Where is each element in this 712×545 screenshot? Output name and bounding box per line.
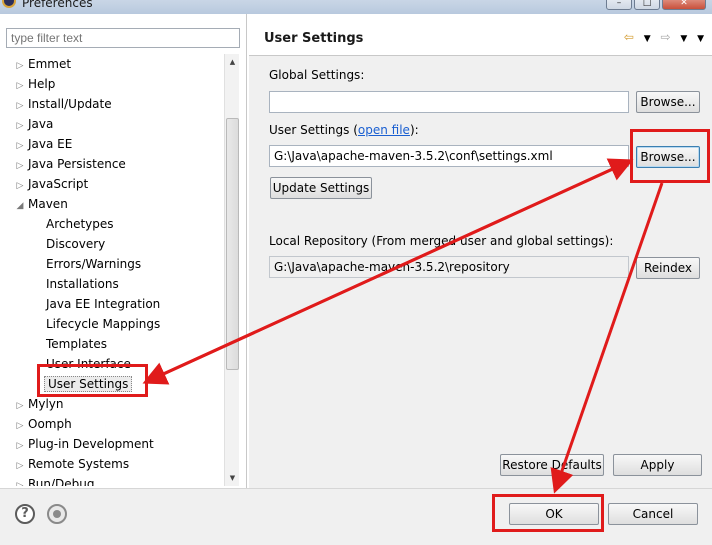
- tree-item[interactable]: ▷ Plug-in Development: [14, 435, 156, 453]
- tree-item-label: Discovery: [46, 237, 106, 251]
- page-header: User Settings ⇦ ▼ ⇨ ▼ ▼: [249, 14, 712, 56]
- help-icon[interactable]: ?: [15, 504, 35, 524]
- tree-item-label: Java EE Integration: [46, 297, 161, 311]
- tree-item[interactable]: Lifecycle Mappings: [44, 315, 162, 333]
- tree-item[interactable]: ◢ Maven: [14, 195, 70, 213]
- expand-arrow-icon[interactable]: ▷: [14, 417, 26, 435]
- user-settings-label: User Settings (open file):: [269, 123, 419, 137]
- back-dropdown-icon[interactable]: ▼: [644, 34, 651, 44]
- view-menu-icon[interactable]: ▼: [697, 34, 704, 44]
- expand-arrow-icon[interactable]: ▷: [14, 477, 26, 486]
- user-settings-field[interactable]: G:\Java\apache-maven-3.5.2\conf\settings…: [269, 145, 629, 167]
- expand-arrow-icon[interactable]: ▷: [14, 57, 26, 75]
- expand-arrow-icon[interactable]: ▷: [14, 457, 26, 475]
- scroll-down-icon[interactable]: ▼: [225, 474, 240, 482]
- tree-item[interactable]: ▷ Java: [14, 115, 55, 133]
- tree-scrollbar[interactable]: ▲ ▼: [224, 54, 239, 486]
- tree-item[interactable]: Templates: [44, 335, 109, 353]
- tree-item-label: Errors/Warnings: [46, 257, 142, 271]
- restore-defaults-button[interactable]: Restore Defaults: [500, 454, 604, 476]
- tree-item-label: Help: [28, 77, 56, 91]
- tree-item[interactable]: Archetypes: [44, 215, 116, 233]
- scroll-up-icon[interactable]: ▲: [225, 58, 240, 66]
- user-browse-button[interactable]: Browse...: [636, 146, 700, 168]
- expand-arrow-icon[interactable]: ▷: [14, 437, 26, 455]
- tree-item-label: Oomph: [28, 417, 72, 431]
- tree-item[interactable]: ▷ Java Persistence: [14, 155, 128, 173]
- tree-item-label: Mylyn: [28, 397, 64, 411]
- tree-item-label: Remote Systems: [28, 457, 130, 471]
- preferences-tree: ▷ Emmet ▷ Help ▷ Install/Update ▷ Java ▷ Java EE ▷…: [0, 54, 224, 486]
- expand-arrow-icon[interactable]: ▷: [14, 77, 26, 95]
- tree-item-label: Run/Debug: [28, 477, 95, 486]
- tree-item[interactable]: ▷ Run/Debug: [14, 475, 97, 486]
- local-repository-label: Local Repository (From merged user and g…: [269, 234, 614, 248]
- window-titlebar: Preferences – □ ✕: [0, 0, 712, 14]
- tree-item[interactable]: ▷ Mylyn: [14, 395, 66, 413]
- window-title: Preferences: [22, 0, 93, 10]
- user-settings-label-end: ):: [409, 123, 419, 137]
- tree-item-label: Archetypes: [46, 217, 114, 231]
- tree-item[interactable]: ▷ JavaScript: [14, 175, 90, 193]
- maximize-button[interactable]: □: [634, 0, 660, 10]
- apply-button[interactable]: Apply: [613, 454, 702, 476]
- back-arrow-icon[interactable]: ⇦: [624, 30, 634, 44]
- tree-item-label: Java EE: [28, 137, 73, 151]
- expand-arrow-icon[interactable]: ▷: [14, 157, 26, 175]
- tree-item[interactable]: Discovery: [44, 235, 107, 253]
- tree-item[interactable]: User Interface: [44, 355, 133, 373]
- tree-item-label: User Interface: [46, 357, 131, 371]
- open-file-link[interactable]: open file: [358, 123, 410, 137]
- settings-page: User Settings ⇦ ▼ ⇨ ▼ ▼ Global Settings:…: [249, 14, 712, 488]
- update-settings-button[interactable]: Update Settings: [270, 177, 372, 199]
- tree-item-label: Lifecycle Mappings: [46, 317, 161, 331]
- local-repository-field: G:\Java\apache-maven-3.5.2\repository: [269, 256, 629, 278]
- forward-dropdown-icon[interactable]: ▼: [680, 34, 687, 44]
- tree-item[interactable]: User Settings: [44, 375, 133, 393]
- filter-input[interactable]: [6, 28, 240, 48]
- tree-item[interactable]: Java EE Integration: [44, 295, 162, 313]
- expand-arrow-icon[interactable]: ▷: [14, 117, 26, 135]
- reindex-button[interactable]: Reindex: [636, 257, 700, 279]
- tree-item-label: User Settings: [44, 376, 133, 392]
- expand-arrow-icon[interactable]: ▷: [14, 137, 26, 155]
- eclipse-app-icon: [2, 0, 16, 8]
- forward-arrow-icon[interactable]: ⇨: [660, 30, 670, 44]
- close-button[interactable]: ✕: [662, 0, 706, 10]
- record-macro-icon[interactable]: [47, 504, 67, 524]
- tree-item[interactable]: ▷ Help: [14, 75, 57, 93]
- tree-item[interactable]: Installations: [44, 275, 121, 293]
- user-settings-label-text: User Settings (: [269, 123, 358, 137]
- expand-arrow-icon[interactable]: ▷: [14, 177, 26, 195]
- global-browse-button[interactable]: Browse...: [636, 91, 700, 113]
- global-settings-label: Global Settings:: [269, 68, 365, 82]
- tree-item[interactable]: Errors/Warnings: [44, 255, 143, 273]
- expand-arrow-icon[interactable]: ▷: [14, 97, 26, 115]
- tree-item[interactable]: ▷ Oomph: [14, 415, 74, 433]
- tree-item-label: Installations: [46, 277, 119, 291]
- preferences-tree-panel: ▷Emmet▷Help▷Install/Update▷Java▷Java EE▷…: [0, 14, 247, 488]
- tree-item-label: Install/Update: [28, 97, 112, 111]
- global-settings-field[interactable]: [269, 91, 629, 113]
- tree-item[interactable]: ▷ Install/Update: [14, 95, 114, 113]
- tree-item-label: Maven: [28, 197, 68, 211]
- tree-item-label: JavaScript: [28, 177, 89, 191]
- tree-item[interactable]: ▷ Java EE: [14, 135, 74, 153]
- tree-item-label: Plug-in Development: [28, 437, 154, 451]
- page-title: User Settings: [264, 31, 364, 46]
- minimize-button[interactable]: –: [606, 0, 632, 10]
- expand-arrow-icon[interactable]: ▷: [14, 397, 26, 415]
- dialog-footer: ? OK Cancel: [0, 488, 712, 545]
- tree-item-label: Emmet: [28, 57, 72, 71]
- cancel-button[interactable]: Cancel: [608, 503, 698, 525]
- scrollbar-thumb[interactable]: [226, 118, 239, 370]
- tree-item-label: Java Persistence: [28, 157, 126, 171]
- tree-item[interactable]: ▷ Remote Systems: [14, 455, 131, 473]
- tree-item-label: Templates: [46, 337, 108, 351]
- tree-item[interactable]: ▷ Emmet: [14, 55, 73, 73]
- expand-arrow-icon[interactable]: ◢: [14, 197, 26, 215]
- ok-button[interactable]: OK: [509, 503, 599, 525]
- tree-item-label: Java: [28, 117, 54, 131]
- page-nav-buttons: ⇦ ▼ ⇨ ▼ ▼: [618, 30, 704, 44]
